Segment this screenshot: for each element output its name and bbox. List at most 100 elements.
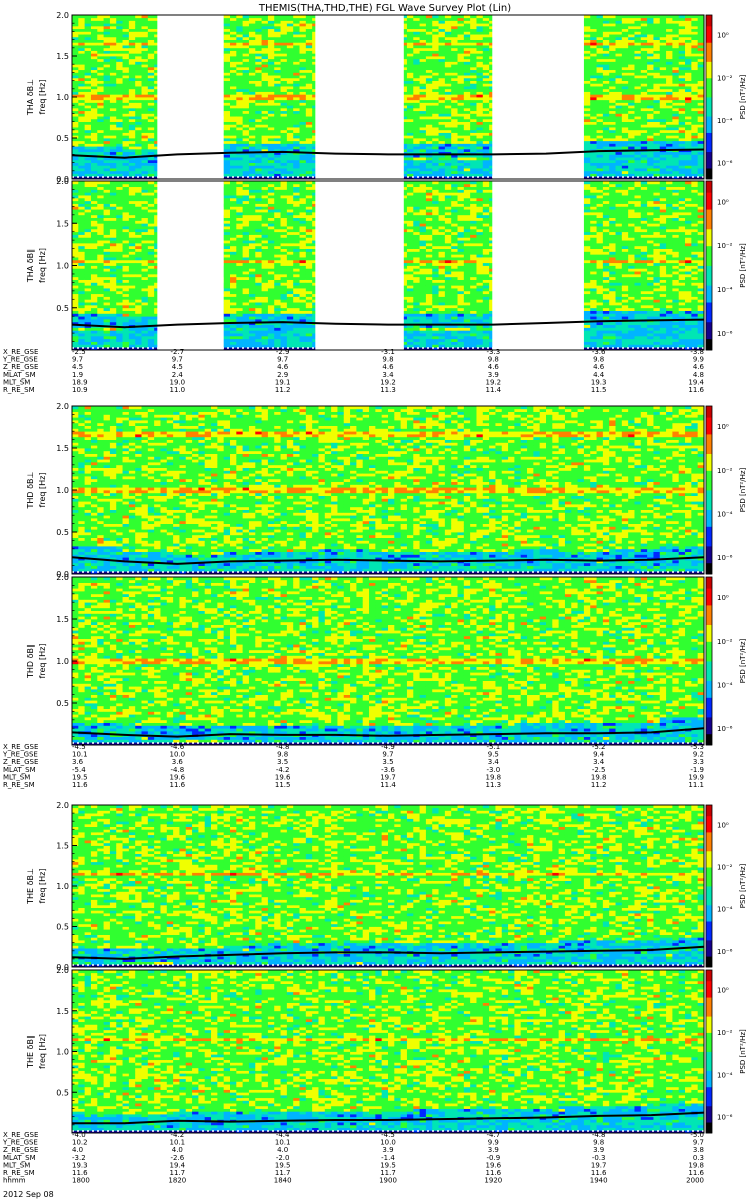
spectrogram-cell [97,20,104,24]
spectrogram-cell [451,113,458,117]
spectrogram-cell [583,140,591,144]
spectrogram-cell [109,31,117,35]
spectrogram-cell [438,138,446,142]
spectrogram-cell [470,97,477,101]
spectrogram-cell [97,105,104,109]
spectrogram-cell [261,75,269,79]
spectrogram-cell [457,36,465,40]
spectrogram-cell [286,118,294,122]
spectrogram-cell [90,36,98,40]
wave-survey-figure: THEMIS(THA,THD,THE) FGL Wave Survey Plot… [2,3,747,1199]
spectrogram-cell [438,39,446,43]
spectrogram-cell [109,28,117,32]
spectrogram-cell [261,36,269,40]
spectrogram-cell [116,102,123,106]
spectrogram-cell [432,107,439,112]
spectrogram-cell [444,168,452,172]
spectrogram-cell [590,50,597,54]
spectrogram-cell [103,146,111,150]
spectrogram-cell [425,53,433,57]
spectrogram-cell [299,135,307,139]
spectrogram-cell [128,102,136,106]
spectrogram-cell [78,135,86,139]
spectrogram-cell [141,31,149,35]
spectrogram-cell [451,168,458,172]
spectrogram-cell [103,140,111,144]
spectrogram-cell [438,88,446,92]
spectrogram-cell [305,56,313,60]
spectrogram-cell [425,118,433,122]
spectrogram-cell [109,42,117,46]
spectrogram-cell [242,110,250,114]
spectrogram-cell [90,135,98,139]
spectrogram-cell [280,91,288,95]
spectrogram-cell [135,173,142,177]
spectrogram-cell [419,135,427,139]
spectrogram-cell [230,118,237,122]
spectrogram-cell [116,50,123,54]
spectrogram-cell [299,64,307,68]
spectrogram-cell [419,42,427,46]
spectrogram-cell [248,157,256,161]
spectrogram-cell [116,45,123,49]
spectrogram-cell [248,72,256,76]
spectrogram-cell [103,53,111,57]
spectrogram-cell [147,31,155,35]
spectrogram-cell [141,72,149,76]
spectrogram-cell [286,121,294,125]
spectrogram-cell [425,91,433,95]
spectrogram-cell [242,124,250,128]
spectrogram-cell [141,143,149,147]
spectrogram-cell [482,121,490,125]
spectrogram-cell [305,102,313,106]
spectrogram-cell [84,47,92,51]
spectrogram-cell [116,66,123,71]
spectrogram-cell [293,107,300,112]
spectrogram-cell [141,64,149,68]
spectrogram-cell [267,31,275,35]
spectrogram-cell [470,143,477,147]
spectrogram-cell [242,34,250,38]
spectrogram-cell [482,42,490,46]
spectrogram-cell [248,135,256,139]
spectrogram-cell [84,127,92,131]
spectrogram-cell [470,129,477,133]
spectrogram-cell [242,154,250,158]
spectrogram-cell [413,69,420,73]
spectrogram-cell [413,61,420,65]
spectrogram-cell [147,97,155,101]
spectrogram-cell [109,36,117,40]
spectrogram-cell [128,129,136,133]
spectrogram-cell [451,31,458,35]
spectrogram-cell [406,69,414,73]
spectrogram-cell [432,168,439,172]
spectrogram-cell [242,86,250,90]
spectrogram-cell [463,121,471,125]
spectrogram-cell [299,83,307,87]
spectrogram-cell [135,165,142,169]
spectrogram-cell [267,34,275,38]
spectrogram-cell [438,99,446,103]
spectrogram-cell [305,165,313,169]
spectrogram-cell [128,138,136,142]
spectrogram-cell [590,124,597,128]
spectrogram-cell [451,116,458,120]
spectrogram-cell [451,124,458,128]
spectrogram-cell [261,20,269,24]
spectrogram-cell [432,124,439,128]
spectrogram-cell [135,88,142,92]
spectrogram-cell [109,66,117,71]
spectrogram-cell [267,116,275,120]
spectrogram-cell [293,173,300,177]
spectrogram-cell [255,138,262,142]
spectrogram-cell [451,28,458,32]
spectrogram-cell [90,105,98,109]
spectrogram-cell [223,138,231,142]
spectrogram-cell [135,162,142,166]
spectrogram-cell [84,45,92,49]
spectrogram-cell [457,39,465,43]
spectrogram-cell [463,99,471,103]
spectrogram-cell [299,25,307,30]
spectrogram-cell [109,165,117,169]
spectrogram-cell [97,173,104,177]
